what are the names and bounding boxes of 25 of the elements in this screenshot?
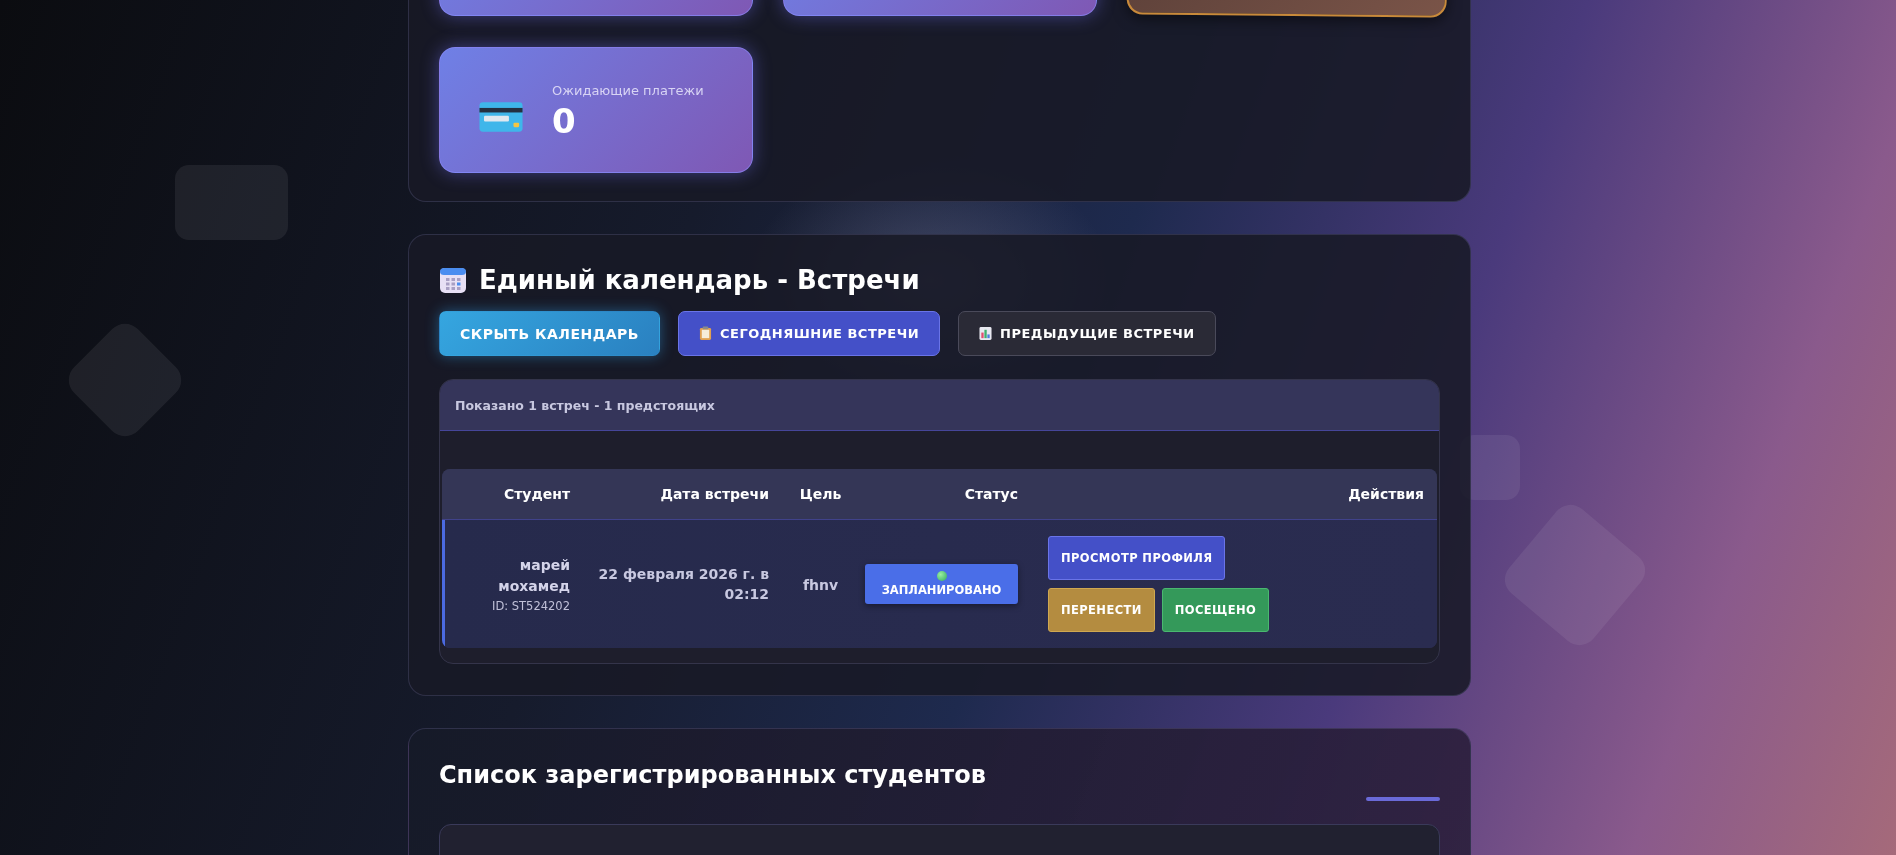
hide-calendar-button[interactable]: СКРЫТЬ КАЛЕНДАРЬ — [439, 311, 660, 356]
status-dot-icon — [936, 571, 947, 581]
action-button[interactable]: ПРОСМОТР ПРОФИЛЯ — [1048, 536, 1226, 580]
stat-value: 0 — [552, 103, 577, 138]
summary-text: Показано 1 встреч - 1 предстоящих — [455, 397, 715, 413]
column-header: Статус — [963, 486, 1019, 502]
student-id: ID: ST524202 — [492, 599, 570, 613]
purpose-cell: fhnv — [802, 576, 839, 593]
bar-chart-icon — [979, 326, 993, 341]
status-text: ЗАПЛАНИРОВАНО — [881, 583, 1002, 597]
clipboard-icon — [699, 326, 712, 341]
section-title: Список зарегистрированных студентов — [439, 760, 987, 789]
filter-button[interactable]: ПРЕДЫДУЩИЕ ВСТРЕЧИ — [958, 311, 1216, 356]
column-header: Студент — [502, 486, 571, 502]
column-header: Дата встречи — [659, 486, 770, 502]
student-name: марей мохамед — [497, 556, 570, 596]
calendar-icon — [439, 266, 467, 294]
section-title: Единый календарь - Встречи — [479, 265, 920, 295]
date-cell-text: 22 февраля 2026 г. в 02:12 — [597, 565, 769, 604]
column-header: Действия — [1347, 486, 1425, 502]
credit-card-icon — [478, 100, 524, 134]
stat-label: Ожидающие платежи — [552, 82, 704, 98]
filter-button[interactable]: СЕГОДНЯШНИЕ ВСТРЕЧИ — [678, 311, 941, 356]
column-header: Цель — [798, 486, 843, 502]
action-button[interactable]: ПОСЕЩЕНО — [1161, 588, 1270, 632]
